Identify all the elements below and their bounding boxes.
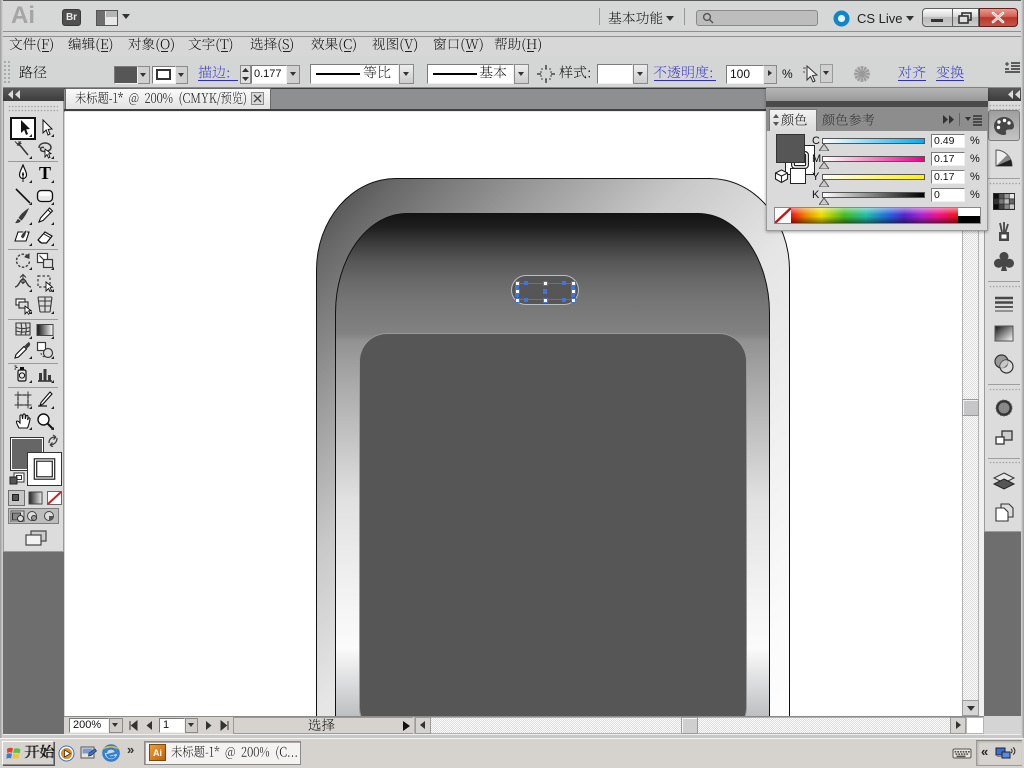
svg-text:T: T [39, 164, 51, 183]
